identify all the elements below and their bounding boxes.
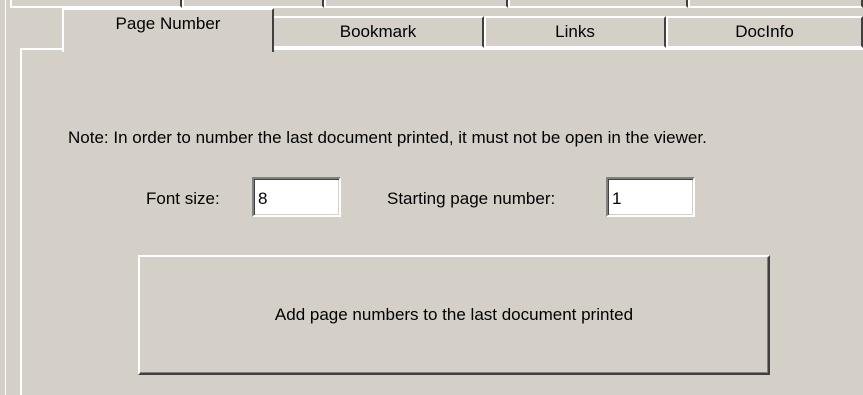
starting-page-number-input[interactable] [606, 177, 695, 217]
page-number-dialog: Page Number Bookmark Links DocInfo Note:… [0, 0, 863, 395]
back-tab[interactable] [508, 0, 688, 8]
back-tab[interactable] [10, 0, 182, 8]
add-page-numbers-button[interactable]: Add page numbers to the last document pr… [138, 255, 770, 375]
back-tab[interactable] [688, 0, 863, 8]
font-size-input[interactable] [252, 177, 341, 217]
tab-docinfo[interactable]: DocInfo [666, 16, 863, 48]
tab-links-label: Links [555, 22, 595, 41]
tab-page-number[interactable]: Page Number [62, 8, 274, 52]
tab-page-number-label: Page Number [115, 14, 221, 33]
back-tab[interactable] [182, 0, 324, 8]
tab-links[interactable]: Links [484, 16, 666, 48]
back-tab[interactable] [324, 0, 508, 8]
tab-bookmark-label: Bookmark [339, 22, 417, 41]
note-text: Note: In order to number the last docume… [68, 128, 707, 147]
dialog-left-edge [0, 0, 6, 395]
tab-docinfo-label: DocInfo [735, 22, 794, 41]
tab-bookmark[interactable]: Bookmark [272, 16, 484, 48]
font-size-label: Font size: [146, 189, 220, 208]
starting-page-number-label: Starting page number: [387, 189, 556, 208]
